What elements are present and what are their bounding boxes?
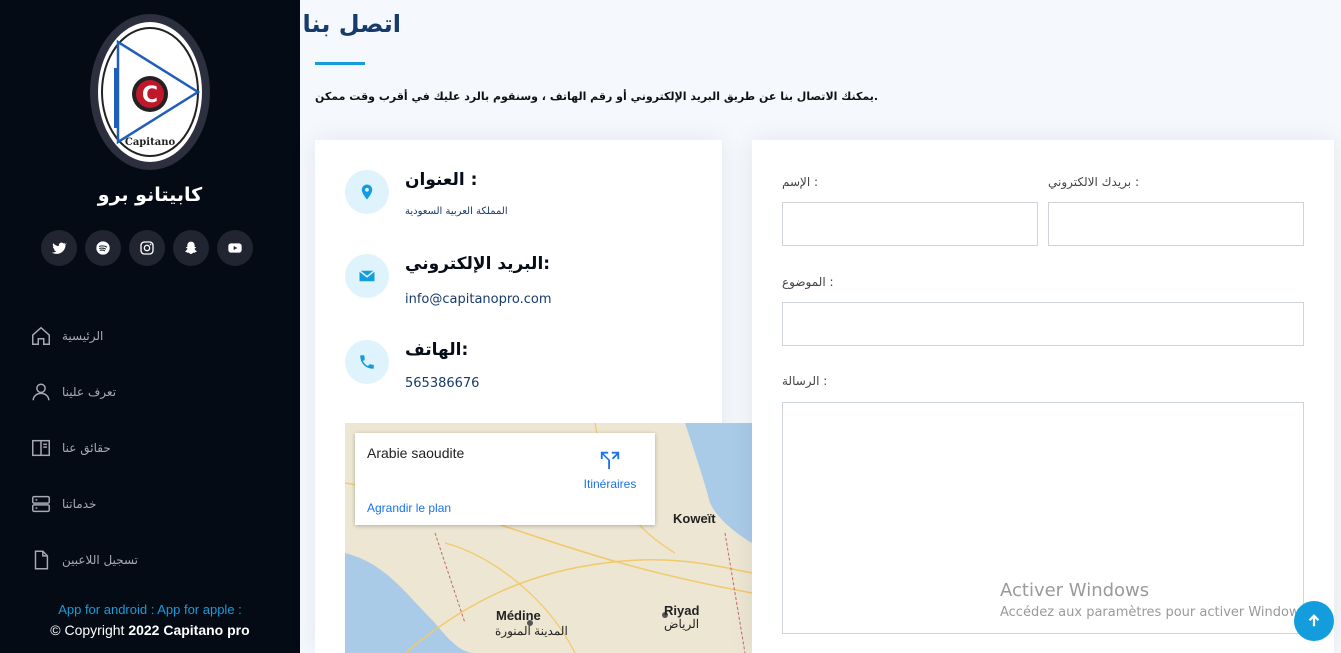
name-label: الإسم : [782,175,819,189]
map-label-riyad: Riyad [664,603,700,618]
sidebar-item-label: حقائق عنا [62,441,111,455]
sidebar-item-facts[interactable]: حقائق عنا [30,420,290,476]
logo-image: C Capitano [98,22,202,162]
intro-text: يمكنك الاتصال بنا عن طريق البريد الإلكتر… [315,90,879,103]
email-label: بريدك الالكتروني : [1048,175,1140,189]
sidebar-item-about[interactable]: تعرف علينا [30,364,290,420]
windows-activation-title: Activer Windows [1000,580,1150,601]
sidebar-item-label: تسجيل اللاعبين [62,553,139,567]
message-label: الرسالة : [782,374,828,388]
arrow-up-icon [1308,614,1320,627]
svg-text:Capitano: Capitano [125,137,176,148]
phone-icon [345,340,389,384]
sidebar-item-register[interactable]: تسجيل اللاعبين [30,532,290,588]
brand-name: كابيتانو برو [97,184,203,206]
copyright: © Copyright 2022 Capitano pro [0,622,300,638]
sidebar: C Capitano كابيتانو برو الرئيسية تعرف عل… [0,0,300,653]
title-underline [315,62,365,65]
user-icon [32,383,50,401]
contact-section: اتصل بنا يمكنك الاتصال بنا عن طريق البري… [300,0,1341,653]
social-links [41,230,253,266]
address-value: المملكة العربية السعودية [405,206,508,217]
sidebar-item-label: تعرف علينا [62,385,117,399]
map-pin-icon [345,170,389,214]
windows-activation-subtitle: Accédez aux paramètres pour activer Wind… [1000,605,1311,620]
back-to-top-button[interactable] [1294,601,1334,641]
phone-value[interactable]: 565386676 [405,376,479,391]
sidebar-nav: الرئيسية تعرف علينا حقائق عنا خدماتنا تس… [30,308,290,588]
phone-heading: الهاتف: [405,340,469,360]
email-value[interactable]: info@capitanopro.com [405,292,552,307]
spotify-icon[interactable] [85,230,121,266]
address-heading: العنوان : [405,170,478,190]
name-input[interactable] [782,202,1038,246]
directions-icon [600,451,620,470]
app-links-text[interactable]: App for android : App for apple : [58,602,242,617]
sidebar-item-label: خدماتنا [62,497,97,511]
contact-form: الإسم : بريدك الالكتروني : الموضوع : الر… [752,140,1334,653]
sidebar-item-label: الرئيسية [62,329,104,343]
file-icon [34,550,49,570]
email-heading: البريد الإلكتروني: [405,254,551,274]
directions-label: Itinéraires [583,477,637,491]
map-label-medine-ar: المدينة المنورة [495,624,568,638]
sidebar-item-home[interactable]: الرئيسية [30,308,290,364]
map-label-koweit: Koweït [673,511,716,526]
snapchat-icon[interactable] [173,230,209,266]
sidebar-item-services[interactable]: خدماتنا [30,476,290,532]
map-place-name: Arabie saoudite [367,445,465,461]
directions-button[interactable]: Itinéraires [580,449,640,491]
twitter-icon[interactable] [41,230,77,266]
subject-input[interactable] [782,302,1304,346]
email-input[interactable] [1048,202,1304,246]
svg-text:C: C [142,83,158,108]
instagram-icon[interactable] [129,230,165,266]
map-label-medine: Médine [496,608,541,623]
map-info-card: Arabie saoudite Itinéraires Agrandir le … [355,433,655,525]
youtube-icon[interactable] [217,230,253,266]
logo[interactable]: C Capitano [90,14,210,170]
app-links[interactable]: App for android : App for apple : [0,602,300,617]
subject-label: الموضوع : [782,275,834,289]
embedded-map[interactable]: Arabie saoudite Itinéraires Agrandir le … [345,423,752,653]
enlarge-map-link[interactable]: Agrandir le plan [367,501,451,515]
columns-icon [32,439,50,457]
copyright-prefix: © Copyright [50,622,125,638]
envelope-icon [345,254,389,298]
map-label-riyad-ar: الرياض [664,617,700,631]
server-icon [32,495,50,513]
copyright-strong: 2022 Capitano pro [128,622,250,638]
page-title: اتصل بنا [302,10,401,38]
home-icon [32,326,50,345]
